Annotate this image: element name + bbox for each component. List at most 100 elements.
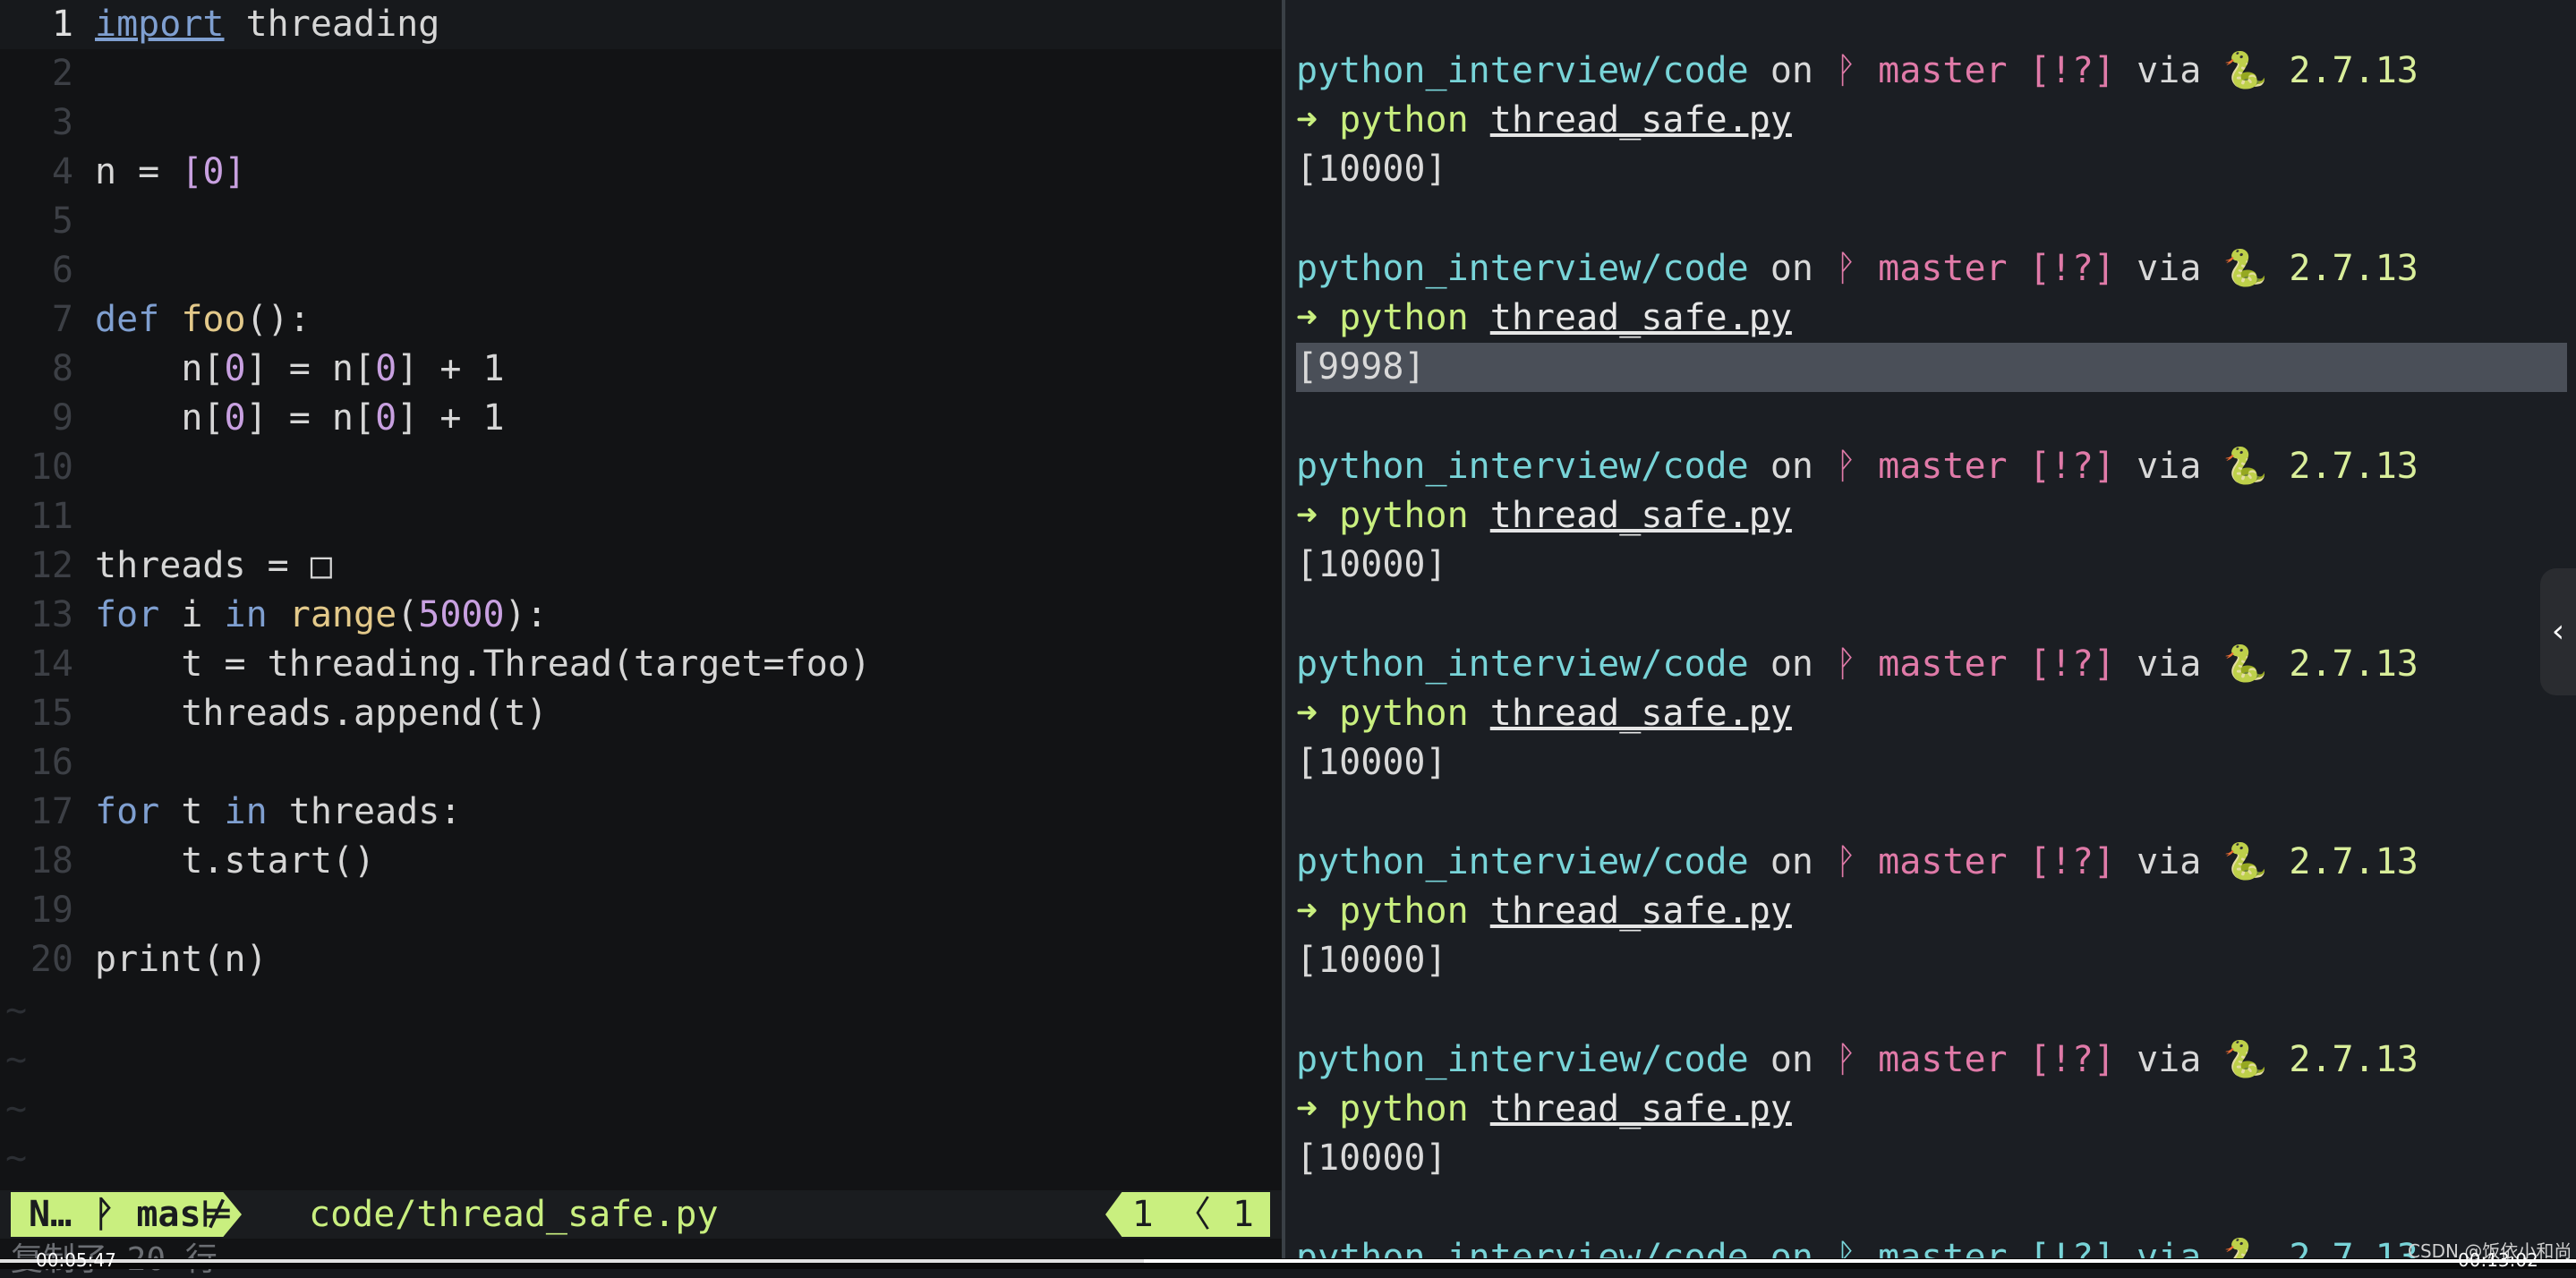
- git-status: [!?]: [2028, 446, 2116, 487]
- code-line[interactable]: 10: [0, 443, 1282, 492]
- command-argument: thread_safe.py: [1489, 693, 1792, 734]
- code-line[interactable]: 14 t = threading.Thread(target=foo): [0, 640, 1282, 689]
- editor-pane[interactable]: 1 import threading 2 3 4 n = [0] 5 6 7 def foo():…: [0, 0, 1282, 1269]
- code-token: ] = n[: [245, 348, 376, 389]
- command-output[interactable]: [10000]: [1296, 936, 2567, 985]
- line-number: 7: [51, 299, 73, 340]
- code-token: t.start(): [95, 840, 376, 882]
- command-output[interactable]: [10000]: [1296, 145, 2567, 194]
- git-status: [!?]: [2028, 643, 2116, 685]
- command-name: python: [1339, 1088, 1490, 1129]
- python-version: 2.7.13: [2267, 1039, 2418, 1080]
- command-output[interactable]: [10000]: [1296, 541, 2567, 590]
- python-icon: 🐍: [2222, 248, 2268, 289]
- prompt-arrow: ➜: [1296, 99, 1340, 141]
- prompt-arrow: ➜: [1296, 693, 1340, 734]
- prompt-line: python_interview/code on ᚹ master [!?] v…: [1296, 640, 2567, 689]
- prompt-on: on: [1748, 841, 1836, 882]
- line-number: 9: [51, 397, 73, 439]
- code-token: ] + 1: [397, 397, 505, 439]
- line-number: 8: [51, 348, 73, 389]
- prompt-on: on: [1748, 248, 1836, 289]
- prompt-via: via: [2115, 643, 2223, 685]
- prompt-branch: master: [1856, 248, 2029, 289]
- git-branch-icon: ᚹ: [1835, 50, 1857, 91]
- prompt-arrow: ➜: [1296, 495, 1340, 536]
- git-status: [!?]: [2028, 841, 2116, 882]
- line-number: 2: [51, 53, 73, 94]
- code-token: import: [95, 4, 225, 45]
- code-line[interactable]: 4 n = [0]: [0, 148, 1282, 197]
- prompt-on: on: [1748, 643, 1836, 685]
- prompt-branch: master: [1856, 50, 2029, 91]
- code-line[interactable]: 18 t.start(): [0, 837, 1282, 886]
- code-line[interactable]: 11: [0, 492, 1282, 541]
- prompt-via: via: [2115, 50, 2223, 91]
- code-line[interactable]: 16: [0, 738, 1282, 788]
- code-token: [0]: [181, 151, 246, 192]
- command-line: ➜ python thread_safe.py: [1296, 96, 2567, 145]
- code-line[interactable]: 15 threads.append(t): [0, 689, 1282, 738]
- prompt-directory: python_interview/code: [1296, 446, 1749, 487]
- line-number: 18: [30, 840, 73, 882]
- code-line[interactable]: 19: [0, 886, 1282, 935]
- eof-tilde: ~: [5, 1039, 28, 1080]
- eof-tilde: ~: [5, 1088, 28, 1129]
- terminal-run-block: python_interview/code on ᚹ master [!?] v…: [1296, 1035, 2567, 1183]
- git-status: [!?]: [2028, 1039, 2116, 1080]
- code-token: ] = n[: [245, 397, 376, 439]
- code-line[interactable]: 17 for t in threads:: [0, 788, 1282, 837]
- python-version: 2.7.13: [2267, 248, 2418, 289]
- prompt-directory: python_interview/code: [1296, 248, 1749, 289]
- prompt-via: via: [2115, 1039, 2223, 1080]
- terminal-run-block: python_interview/code on ᚹ master [!?] v…: [1296, 47, 2567, 194]
- elapsed-time: 00:05:47: [36, 1249, 116, 1271]
- command-line: ➜ python thread_safe.py: [1296, 689, 2567, 738]
- line-number: 17: [30, 791, 73, 832]
- prompt-line: python_interview/code on ᚹ master [!?] v…: [1296, 47, 2567, 96]
- line-number: 6: [51, 250, 73, 291]
- python-icon: 🐍: [2222, 50, 2268, 91]
- code-token: (n): [202, 939, 268, 980]
- chevron-left-icon: ‹: [2551, 613, 2565, 650]
- collapse-panel-button[interactable]: ‹: [2540, 568, 2576, 695]
- command-output[interactable]: [10000]: [1296, 738, 2567, 788]
- code-line[interactable]: 2: [0, 49, 1282, 98]
- code-line[interactable]: 20 print(n): [0, 935, 1282, 984]
- code-token: i: [181, 594, 225, 635]
- eof-tilde: ~: [5, 1137, 28, 1179]
- git-branch-icon: ᚹ: [1835, 446, 1857, 487]
- code-line[interactable]: 7 def foo():: [0, 295, 1282, 345]
- prompt-directory: python_interview/code: [1296, 1039, 1749, 1080]
- video-progress-bar[interactable]: [0, 1259, 2576, 1263]
- code-token: for: [95, 594, 182, 635]
- prompt-directory: python_interview/code: [1296, 841, 1749, 882]
- code-line[interactable]: 5: [0, 197, 1282, 246]
- code-line[interactable]: 13 for i in range(5000):: [0, 591, 1282, 640]
- code-token: for: [95, 791, 182, 832]
- python-version: 2.7.13: [2267, 446, 2418, 487]
- code-line[interactable]: 3: [0, 98, 1282, 148]
- python-icon: 🐍: [2222, 1039, 2268, 1080]
- command-output[interactable]: [10000]: [1296, 1134, 2567, 1183]
- code-line[interactable]: 6: [0, 246, 1282, 295]
- command-line: ➜ python thread_safe.py: [1296, 887, 2567, 936]
- code-line[interactable]: 9 n[0] = n[0] + 1: [0, 394, 1282, 443]
- terminal-pane[interactable]: python_interview/code on ᚹ master [!?] v…: [1285, 0, 2576, 1269]
- git-status: [!?]: [2028, 248, 2116, 289]
- command-argument: thread_safe.py: [1489, 890, 1792, 932]
- line-number: 11: [30, 496, 73, 537]
- line-number: 14: [30, 643, 73, 685]
- cursor-position: 1 〈 1: [1105, 1192, 1270, 1237]
- python-icon: 🐍: [2222, 643, 2268, 685]
- prompt-via: via: [2115, 841, 2223, 882]
- command-output[interactable]: [9998]: [1296, 343, 2567, 392]
- prompt-branch: master: [1856, 446, 2029, 487]
- prompt-directory: python_interview/code: [1296, 50, 1749, 91]
- code-line[interactable]: 12 threads = □: [0, 541, 1282, 591]
- code-line[interactable]: 1 import threading: [0, 0, 1282, 49]
- command-name: python: [1339, 693, 1490, 734]
- code-line[interactable]: 8 n[0] = n[0] + 1: [0, 345, 1282, 394]
- line-number: 10: [30, 447, 73, 488]
- code-token: 0: [224, 397, 246, 439]
